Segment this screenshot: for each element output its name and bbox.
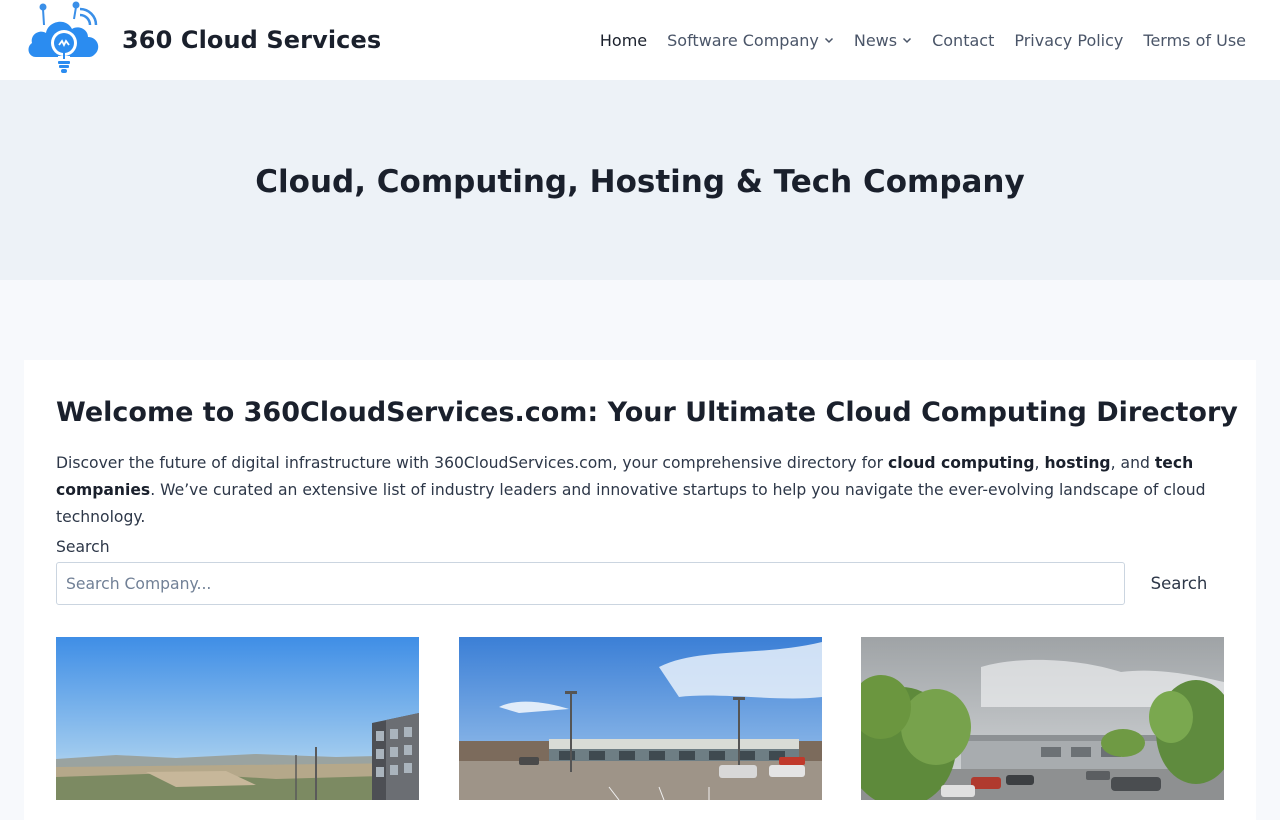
- search-label: Search: [56, 538, 110, 556]
- welcome-heading: Welcome to 360CloudServices.com: Your Ul…: [56, 397, 1238, 428]
- nav-terms-of-use-label: Terms of Use: [1143, 30, 1246, 50]
- nav-home-label: Home: [599, 30, 648, 50]
- main-content-card: Welcome to 360CloudServices.com: Your Ul…: [24, 360, 1256, 820]
- main-navigation: Home Software Company News Contact Priva…: [580, 0, 1246, 80]
- search-input[interactable]: [56, 562, 1125, 605]
- intro-bold-cloud-computing: cloud computing: [887, 454, 1035, 472]
- nav-news[interactable]: News: [854, 31, 912, 50]
- office-park-trees-photo: [861, 637, 1224, 800]
- search-button[interactable]: Search: [1138, 562, 1220, 605]
- chevron-down-icon: [903, 37, 912, 44]
- cloud-lightbulb-logo-icon: [28, 1, 99, 73]
- hero-title: Cloud, Computing, Hosting & Tech Company: [255, 163, 1025, 200]
- strip-mall-parking-lot-photo: [459, 637, 822, 800]
- intro-separator: , and: [1110, 454, 1155, 472]
- listing-card-3-image[interactable]: [861, 637, 1224, 800]
- intro-text-part2: . We’ve curated an extensive list of ind…: [56, 481, 1206, 526]
- nav-contact-label: Contact: [932, 30, 995, 50]
- listing-card-2-image[interactable]: [459, 637, 822, 800]
- nav-software-company-label: Software Company: [667, 30, 819, 50]
- hero-banner: Cloud, Computing, Hosting & Tech Company: [0, 80, 1280, 280]
- nav-privacy-policy[interactable]: Privacy Policy: [1014, 31, 1123, 50]
- intro-separator: ,: [1034, 454, 1045, 472]
- intro-bold-hosting: hosting: [1044, 454, 1111, 472]
- listing-card-1-image[interactable]: [56, 637, 419, 800]
- chevron-down-icon: [824, 37, 833, 44]
- nav-contact[interactable]: Contact: [932, 31, 994, 50]
- office-building-sky-photo: [56, 637, 419, 800]
- nav-home[interactable]: Home: [600, 31, 647, 50]
- site-title: 360 Cloud Services: [122, 26, 382, 54]
- intro-text-part1: Discover the future of digital infrastru…: [56, 454, 888, 472]
- nav-terms-of-use[interactable]: Terms of Use: [1143, 31, 1246, 50]
- nav-privacy-policy-label: Privacy Policy: [1014, 30, 1124, 50]
- intro-paragraph: Discover the future of digital infrastru…: [56, 450, 1231, 531]
- site-brand-link[interactable]: 360 Cloud Services: [26, 0, 381, 80]
- site-header: 360 Cloud Services Home Software Company…: [0, 0, 1280, 80]
- nav-news-label: News: [853, 30, 898, 50]
- nav-software-company[interactable]: Software Company: [667, 31, 834, 50]
